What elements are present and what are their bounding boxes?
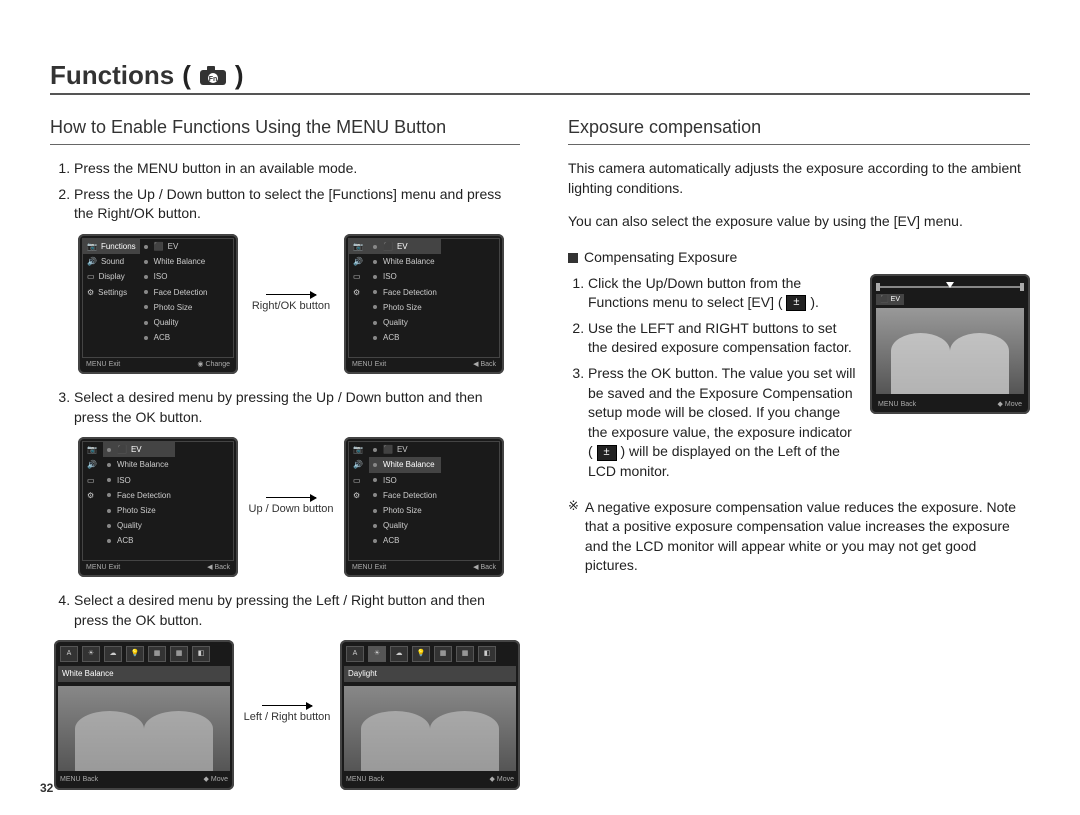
camera-fn-icon: Fn	[199, 65, 227, 87]
lcd-menu-4: 📷 🔊 ▭ ⚙ ⬛ EV White Balance ISO Face Dete…	[344, 437, 504, 577]
right-intro-2: You can also select the exposure value b…	[568, 212, 1030, 232]
lcd-row-3: A☀☁💡▦▦◧ White Balance MENU Back◆ Move Le…	[54, 640, 520, 790]
lcd-wb-1: A☀☁💡▦▦◧ White Balance MENU Back◆ Move	[54, 640, 234, 790]
left-column: How to Enable Functions Using the MENU B…	[50, 115, 520, 804]
ev-plusminus-icon-2	[597, 445, 617, 461]
lcd-wb-2: A☀☁💡▦▦◧ Daylight MENU Back◆ Move	[340, 640, 520, 790]
arrow-left-right: Left / Right button	[242, 705, 332, 725]
note-block: ※ A negative exposure compensation value…	[568, 498, 1030, 576]
page-title-bar: Functions ( Fn )	[50, 60, 1030, 95]
right-intro-1: This camera automatically adjusts the ex…	[568, 159, 1030, 198]
left-step-3: Select a desired menu by pressing the Up…	[74, 388, 520, 427]
left-step-4: Select a desired menu by pressing the Le…	[74, 591, 520, 630]
arrow-up-down: Up / Down button	[246, 497, 336, 517]
left-step-1: Press the MENU button in an available mo…	[74, 159, 520, 179]
left-step-2: Press the Up / Down button to select the…	[74, 185, 520, 224]
page-title: Functions	[50, 60, 174, 91]
lcd-functions-label: Functions	[101, 241, 136, 252]
note-symbol-icon: ※	[568, 498, 579, 576]
compensating-exposure-heading: Compensating Exposure	[568, 248, 1030, 268]
right-heading: Exposure compensation	[568, 115, 1030, 145]
square-bullet-icon	[568, 253, 578, 263]
comp-step-3: Press the OK button. The value you set w…	[588, 364, 858, 482]
comp-step-1: Click the Up/Down button from the Functi…	[588, 274, 858, 313]
note-text: A negative exposure compensation value r…	[585, 498, 1030, 576]
page-number: 32	[40, 781, 53, 795]
lcd-row-1: 📷Functions 🔊Sound ▭Display ⚙Settings ⬛ E…	[78, 234, 520, 374]
comp-step-2: Use the LEFT and RIGHT buttons to set th…	[588, 319, 858, 358]
lcd-menu-3: 📷 🔊 ▭ ⚙ ⬛ EV White Balance ISO Face Dete…	[78, 437, 238, 577]
arrow-right-ok: Right/OK button	[246, 294, 336, 314]
lcd-menu-1: 📷Functions 🔊Sound ▭Display ⚙Settings ⬛ E…	[78, 234, 238, 374]
svg-text:Fn: Fn	[209, 76, 218, 83]
lcd-row-2: 📷 🔊 ▭ ⚙ ⬛ EV White Balance ISO Face Dete…	[78, 437, 520, 577]
lcd-menu-2: 📷 🔊 ▭ ⚙ ⬛ EV White Balance ISO Face Dete…	[344, 234, 504, 374]
ev-plusminus-icon	[786, 295, 806, 311]
left-heading: How to Enable Functions Using the MENU B…	[50, 115, 520, 145]
lcd-ev-preview: ⬛ EV MENU Back◆ Move	[870, 274, 1030, 414]
right-column: Exposure compensation This camera automa…	[568, 115, 1030, 804]
